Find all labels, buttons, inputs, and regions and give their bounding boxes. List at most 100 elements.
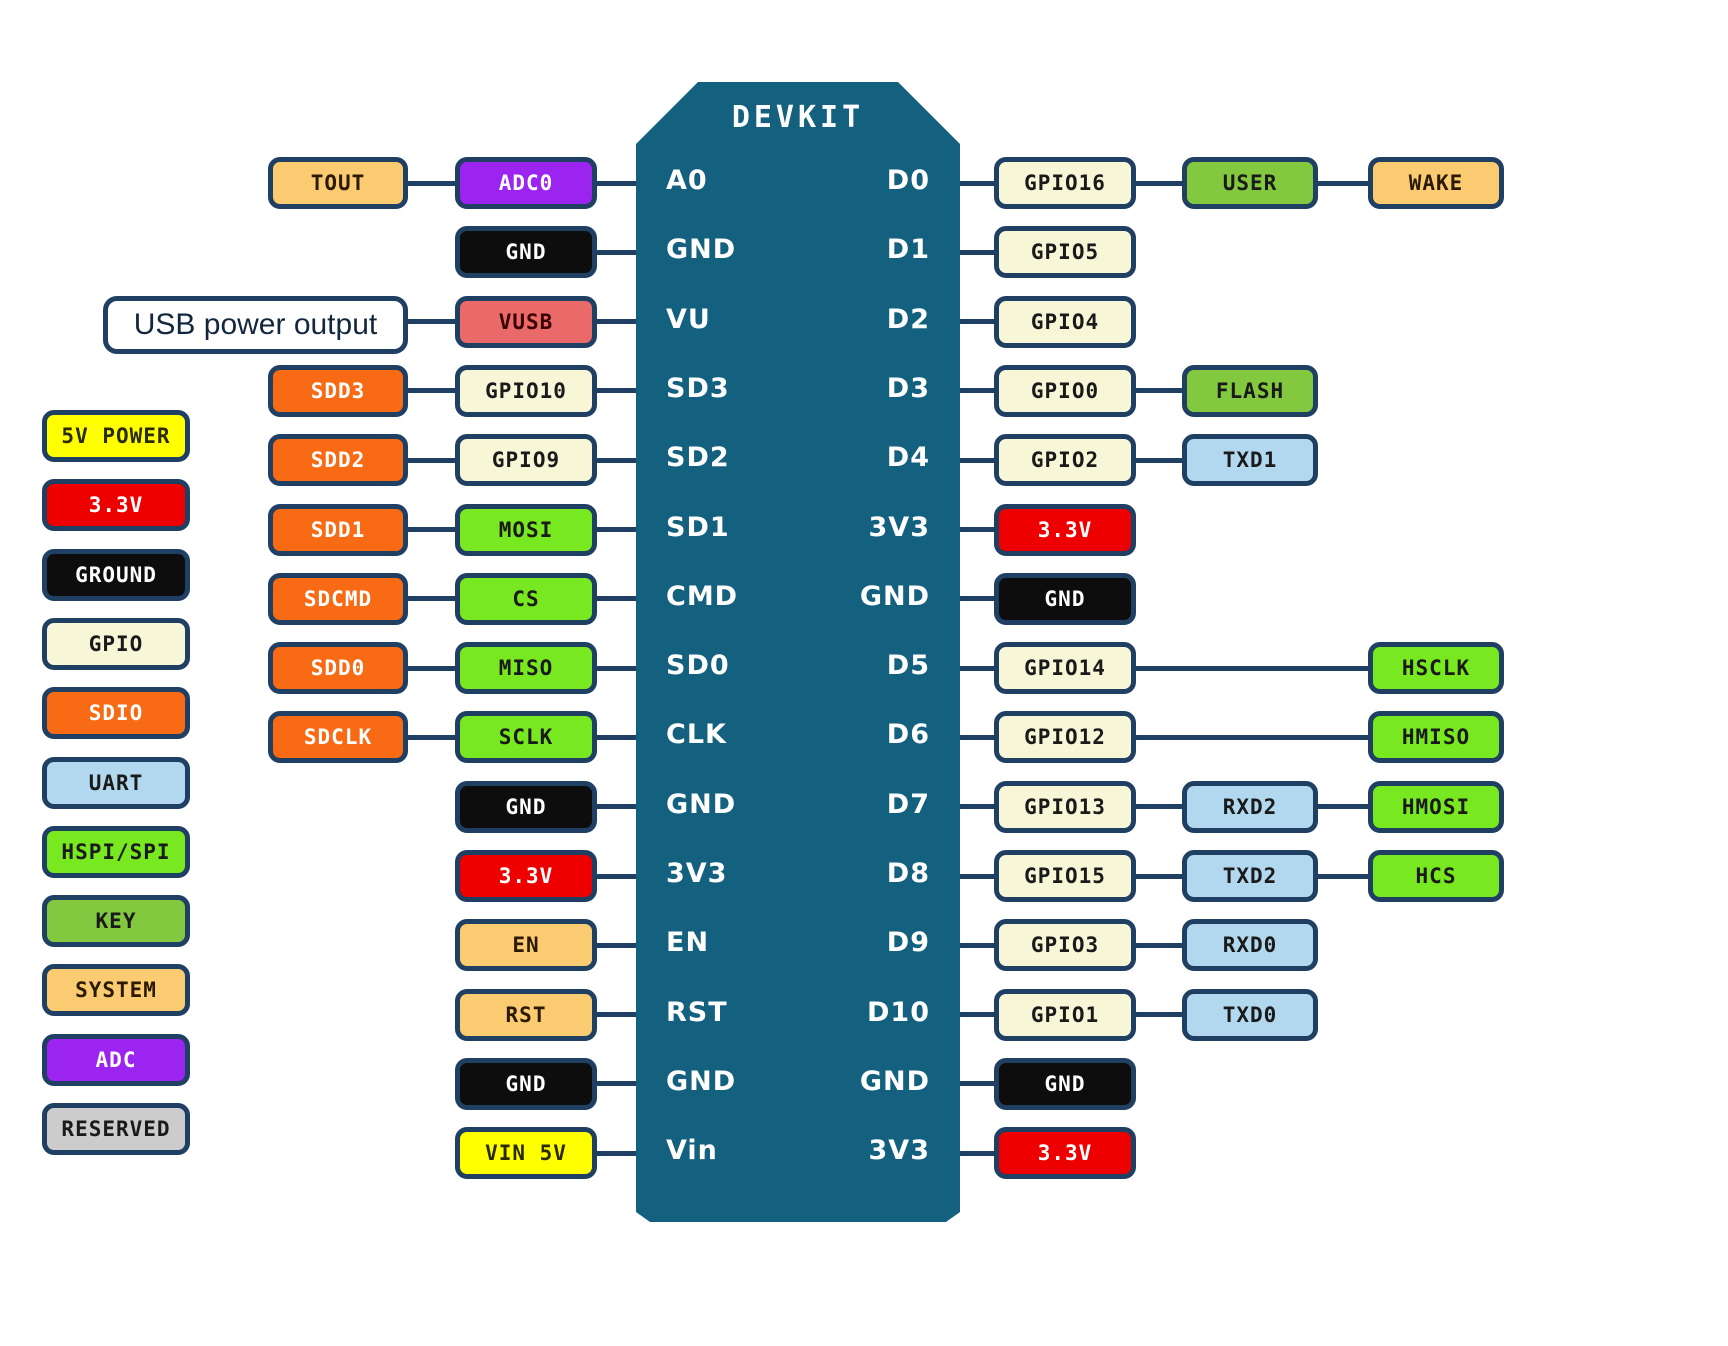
pin-box-sclk[interactable]: SCLK (455, 711, 597, 764)
connector-line (593, 596, 642, 602)
pin-box-gpio13[interactable]: GPIO13 (994, 780, 1136, 833)
pin-box-gpio16[interactable]: GPIO16 (994, 157, 1136, 209)
pin-box-sdcmd[interactable]: SDCMD (268, 572, 408, 625)
connector-line (1314, 180, 1374, 186)
pin-box-gnd[interactable]: GND (455, 780, 597, 833)
connector-line (1314, 873, 1374, 879)
connector-line (593, 527, 642, 532)
pin-box-3-3v[interactable]: 3.3V (994, 503, 1136, 556)
pin-box-sdd3[interactable]: SDD3 (268, 364, 408, 417)
note-usb-power-output: USB power output (103, 295, 408, 354)
pin-box-hmiso[interactable]: HMISO (1368, 711, 1504, 764)
connector-line (1132, 873, 1188, 879)
connector-line (954, 665, 998, 671)
board-pin-label-right: D2 (886, 303, 930, 335)
connector-line (954, 1081, 998, 1087)
pin-box-sdd0[interactable]: SDD0 (268, 642, 408, 695)
board-pin-label-right: D4 (886, 442, 930, 474)
pin-box-user[interactable]: USER (1182, 157, 1318, 209)
pin-box-gpio2[interactable]: GPIO2 (994, 434, 1136, 487)
pin-box-mosi[interactable]: MOSI (455, 503, 597, 556)
pin-box-vusb[interactable]: VUSB (455, 295, 597, 348)
pin-box-gpio10[interactable]: GPIO10 (455, 364, 597, 417)
board-pin-label-right: 3V3 (868, 511, 930, 543)
board-pin-label-left: VU (666, 303, 711, 335)
board-pin-label-left: CMD (666, 580, 739, 612)
pin-box-wake[interactable]: WAKE (1368, 157, 1504, 209)
connector-line (593, 734, 642, 740)
connector-line (1132, 804, 1188, 810)
pin-box-hmosi[interactable]: HMOSI (1368, 780, 1504, 833)
pin-box-gnd[interactable]: GND (455, 226, 597, 279)
pin-box-sdd2[interactable]: SDD2 (268, 434, 408, 487)
pinout-diagram: DEVKIT 5V POWER 3.3V GROUND GPIO SDIO UART HSPI… (0, 0, 1728, 1346)
pin-box-rxd0[interactable]: RXD0 (1182, 919, 1318, 972)
board-pin-label-left: GND (666, 1065, 737, 1097)
legend-item-adc: ADC (42, 1033, 190, 1086)
board-pin-label-right: D10 (867, 996, 930, 1028)
connector-line (954, 1012, 998, 1018)
pin-box-flash[interactable]: FLASH (1182, 364, 1318, 417)
connector-line (593, 1012, 642, 1018)
pin-box-sdclk[interactable]: SDCLK (268, 711, 408, 764)
legend-item-reserved: RESERVED (42, 1103, 190, 1155)
connector-line (1314, 804, 1374, 810)
pin-box-3-3v[interactable]: 3.3V (455, 850, 597, 902)
pin-box-miso[interactable]: MISO (455, 642, 597, 695)
pin-box-gnd[interactable]: GND (994, 1057, 1136, 1110)
pin-box-en[interactable]: EN (455, 919, 597, 972)
connector-line (404, 527, 461, 532)
legend-item-5v-power: 5V POWER (42, 410, 190, 462)
pin-box-gpio12[interactable]: GPIO12 (994, 711, 1136, 764)
pin-box-gpio1[interactable]: GPIO1 (994, 988, 1136, 1041)
board-pin-label-right: GND (859, 580, 930, 612)
pin-box-gnd[interactable]: GND (455, 1057, 597, 1110)
pin-box-tout[interactable]: TOUT (268, 157, 408, 209)
board-pin-label-left: 3V3 (666, 858, 728, 889)
connector-line (954, 319, 998, 325)
connector-line (1132, 942, 1188, 948)
connector-line (404, 665, 461, 671)
pin-box-txd2[interactable]: TXD2 (1182, 850, 1318, 902)
pin-box-3-3v[interactable]: 3.3V (994, 1127, 1136, 1180)
board-pin-label-left: GND (666, 788, 737, 820)
pin-box-adc0[interactable]: ADC0 (455, 157, 597, 209)
pin-box-hsclk[interactable]: HSCLK (1368, 642, 1504, 695)
pin-box-gpio3[interactable]: GPIO3 (994, 919, 1136, 972)
board-pin-label-left: SD1 (666, 511, 730, 543)
board-pin-label-right: D7 (886, 788, 930, 820)
pin-box-gpio0[interactable]: GPIO0 (994, 364, 1136, 417)
pin-box-hcs[interactable]: HCS (1368, 850, 1504, 902)
legend-item-ground: GROUND (42, 548, 190, 601)
connector-line (593, 180, 642, 186)
board-pin-label-right: D1 (886, 234, 930, 266)
board-pin-label-right: D0 (886, 165, 930, 196)
board-pin-label-right: D3 (886, 372, 930, 404)
connector-line (1132, 734, 1374, 740)
pin-box-txd0[interactable]: TXD0 (1182, 988, 1318, 1041)
connector-line (954, 457, 998, 463)
pin-box-gpio5[interactable]: GPIO5 (994, 226, 1136, 279)
pin-box-cs[interactable]: CS (455, 572, 597, 625)
connector-line (954, 804, 998, 810)
pin-box-rst[interactable]: RST (455, 988, 597, 1041)
connector-line (1132, 180, 1188, 186)
board-pin-label-left: RST (666, 996, 728, 1028)
pin-box-gpio15[interactable]: GPIO15 (994, 850, 1136, 902)
pin-box-vin-5v[interactable]: VIN 5V (455, 1127, 597, 1180)
pin-box-txd1[interactable]: TXD1 (1182, 434, 1318, 487)
connector-line (954, 180, 998, 186)
connector-line (954, 873, 998, 879)
legend-item-hspi-spi: HSPI/SPI (42, 825, 190, 878)
pin-box-sdd1[interactable]: SDD1 (268, 503, 408, 556)
connector-line (593, 388, 642, 394)
connector-line (593, 873, 642, 879)
pin-box-rxd2[interactable]: RXD2 (1182, 780, 1318, 833)
pin-box-gpio4[interactable]: GPIO4 (994, 295, 1136, 348)
pin-box-gnd[interactable]: GND (994, 572, 1136, 625)
legend-item-gpio: GPIO (42, 617, 190, 670)
connector-line (593, 249, 642, 255)
pin-box-gpio14[interactable]: GPIO14 (994, 642, 1136, 695)
board-title: DEVKIT (731, 100, 865, 135)
pin-box-gpio9[interactable]: GPIO9 (455, 434, 597, 487)
